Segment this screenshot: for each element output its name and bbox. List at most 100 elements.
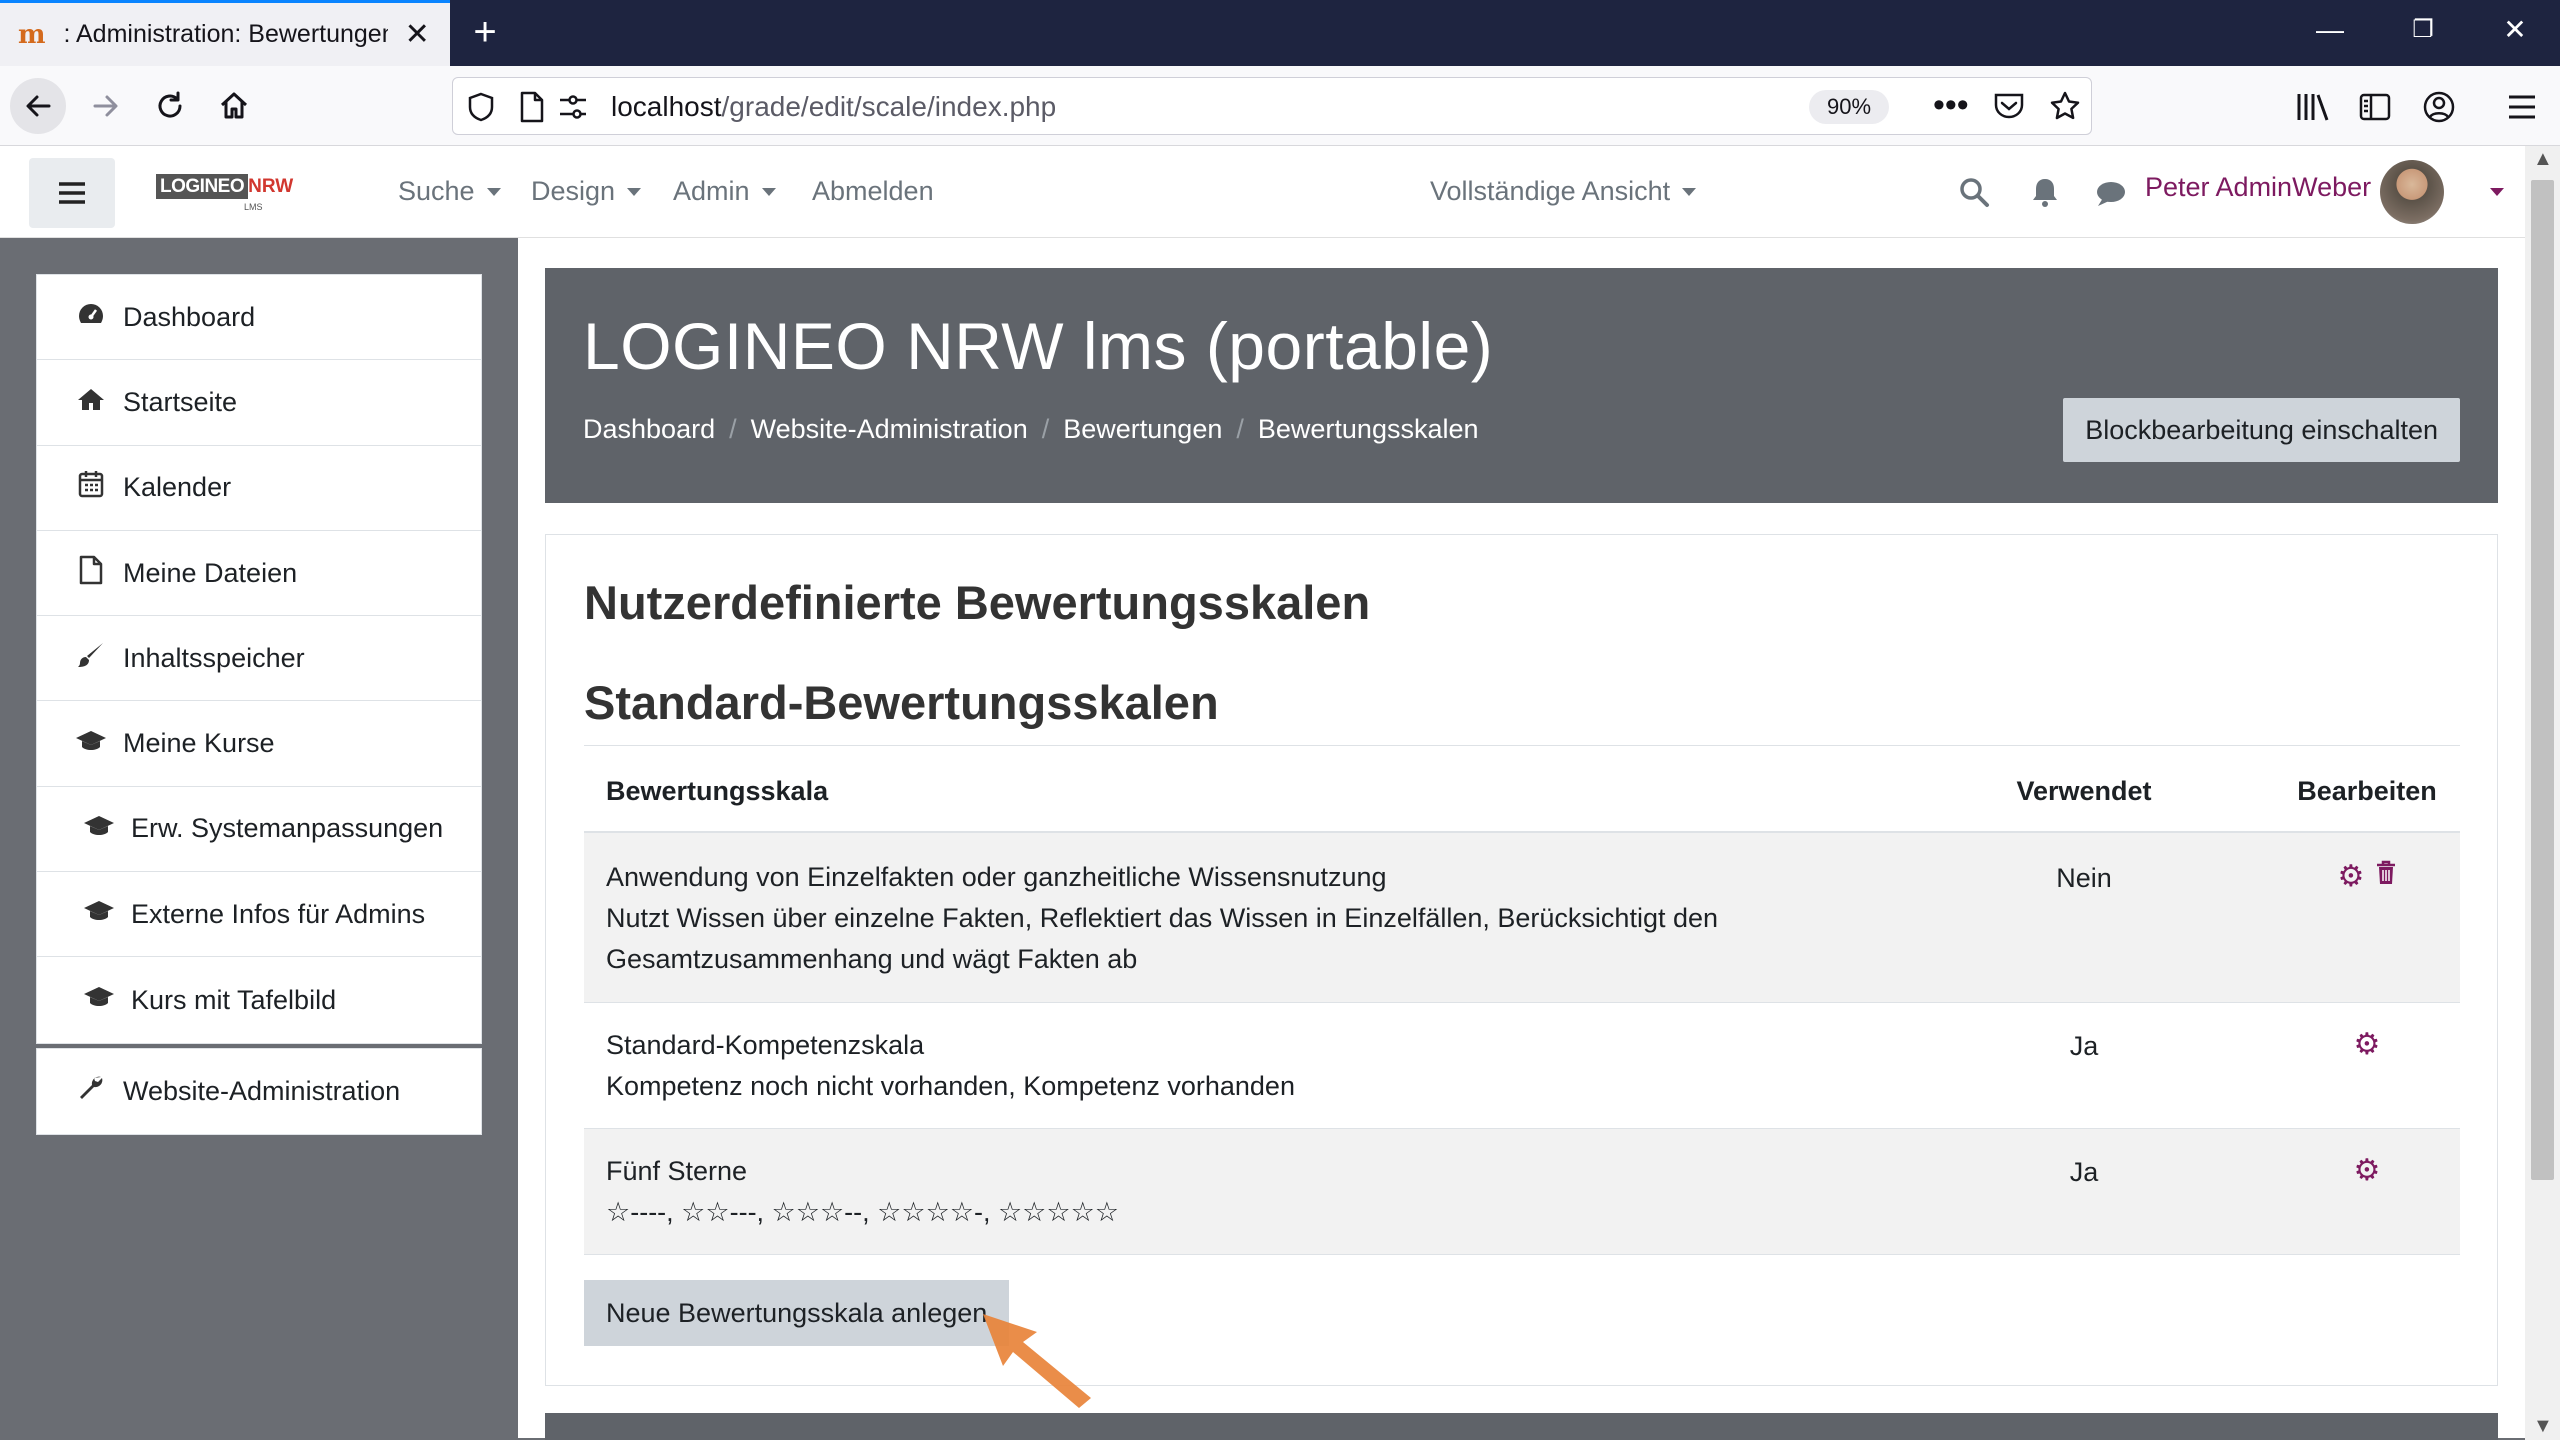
- nav-abmelden-label: Abmelden: [812, 176, 934, 206]
- messages-icon[interactable]: [2094, 180, 2126, 208]
- bookmark-star-icon[interactable]: [2049, 90, 2081, 122]
- sidebar-item-label: Meine Kurse: [123, 728, 275, 759]
- back-button[interactable]: [10, 78, 66, 134]
- scroll-up-icon[interactable]: ▲: [2533, 148, 2553, 171]
- library-icon[interactable]: [2296, 91, 2330, 123]
- minimize-icon[interactable]: —: [2285, 0, 2375, 66]
- scale-cell: Fünf Sterne ☆----, ☆☆---, ☆☆☆--, ☆☆☆☆-, …: [606, 1151, 1119, 1233]
- column-header-used: Verwendet: [2016, 776, 2152, 806]
- window-close-icon[interactable]: ✕: [2470, 0, 2560, 66]
- nav-design-label: Design: [531, 176, 616, 206]
- scales-table: Bewertungsskala Verwendet Bearbeiten Anw…: [584, 745, 2460, 1255]
- sidebar-item-meine-dateien[interactable]: Meine Dateien: [37, 531, 481, 617]
- scale-name: Standard-Kompetenzskala: [606, 1030, 925, 1060]
- sidebar-item-label: Dashboard: [123, 301, 256, 332]
- view-mode-label: Vollständige Ansicht: [1430, 176, 1671, 206]
- scale-items: Nutzt Wissen über einzelne Fakten, Refle…: [606, 903, 1719, 933]
- logo-accent: NRW: [248, 176, 294, 197]
- url-host: localhost: [611, 91, 722, 122]
- used-value: Ja: [2069, 1157, 2099, 1187]
- page-header: LOGINEO NRW lms (portable) Dashboard / W…: [545, 268, 2498, 503]
- logo-main: LOGINEO: [156, 174, 249, 199]
- user-menu-caret-icon[interactable]: [2490, 188, 2504, 196]
- nav-drawer: Dashboard Startseite Kalender Meine Date…: [0, 238, 518, 1438]
- breadcrumb-item-dashboard[interactable]: Dashboard: [583, 414, 715, 445]
- breadcrumb-separator: /: [1041, 414, 1050, 444]
- calendar-icon: [73, 470, 109, 505]
- permissions-icon[interactable]: [557, 92, 589, 122]
- sidebar-item-kurs-mit-tafelbild[interactable]: Kurs mit Tafelbild: [37, 957, 481, 1042]
- sidebar-item-kalender[interactable]: Kalender: [37, 446, 481, 531]
- breadcrumb: Dashboard / Website-Administration / Bew…: [583, 414, 1479, 445]
- browser-tab-active[interactable]: m : Administration: Bewertungen: Bewertu…: [0, 0, 450, 66]
- scale-name: Anwendung von Einzelfakten oder ganzheit…: [606, 862, 1387, 892]
- more-actions-icon[interactable]: •••: [1933, 86, 1969, 125]
- sidebar-item-erw-systemanpassungen[interactable]: Erw. Systemanpassungen: [37, 787, 481, 873]
- breadcrumb-item-bewertungen[interactable]: Bewertungen: [1063, 414, 1222, 445]
- breadcrumb-separator: /: [729, 414, 737, 444]
- breadcrumb-item-bewertungsskalen[interactable]: Bewertungsskalen: [1258, 414, 1479, 445]
- heading-custom-scales: Nutzerdefinierte Bewertungsskalen: [584, 576, 1371, 629]
- nav-admin[interactable]: Admin: [673, 176, 776, 207]
- trash-icon[interactable]: [2376, 860, 2396, 894]
- gear-icon[interactable]: ⚙: [2354, 1153, 2381, 1188]
- scale-cell: Anwendung von Einzelfakten oder ganzheit…: [606, 857, 1718, 980]
- nav-abmelden[interactable]: Abmelden: [812, 176, 934, 207]
- scale-cell: Standard-Kompetenzskala Kompetenz noch n…: [606, 1025, 1295, 1107]
- forward-button[interactable]: [78, 78, 134, 134]
- sidebar-item-meine-kurse[interactable]: Meine Kurse: [37, 701, 481, 787]
- home-icon: [73, 386, 109, 418]
- view-mode-dropdown[interactable]: Vollständige Ansicht: [1430, 176, 1697, 207]
- used-value: Ja: [2069, 1031, 2099, 1061]
- sidebar-toggle-icon[interactable]: [2358, 91, 2392, 123]
- add-scale-button[interactable]: Neue Bewertungsskala anlegen: [584, 1280, 1010, 1346]
- page-info-icon[interactable]: [519, 91, 545, 123]
- home-button[interactable]: [206, 78, 262, 134]
- sidebar-item-dashboard[interactable]: Dashboard: [37, 275, 481, 361]
- breadcrumb-item-website-administration[interactable]: Website-Administration: [751, 414, 1028, 445]
- page-scrollbar[interactable]: ▲ ▼: [2525, 146, 2560, 1440]
- nav-suche[interactable]: Suche: [398, 176, 501, 207]
- caret-down-icon: [761, 187, 776, 196]
- app-menu-icon[interactable]: [2506, 92, 2538, 122]
- gear-icon[interactable]: ⚙: [2338, 859, 2365, 894]
- scrollbar-thumb[interactable]: [2531, 180, 2554, 1180]
- forward-arrow-icon: [93, 95, 118, 117]
- user-name[interactable]: Peter AdminWeber: [2145, 172, 2371, 203]
- shield-icon[interactable]: [467, 92, 495, 122]
- site-logo[interactable]: LOGINEO NRW LMS: [156, 174, 293, 212]
- column-header-scale: Bewertungsskala: [606, 776, 829, 806]
- pocket-icon[interactable]: [1993, 91, 2025, 121]
- sidebar-item-inhaltsspeicher[interactable]: Inhaltsspeicher: [37, 616, 481, 702]
- footer-strip: [545, 1413, 2498, 1440]
- sidebar-item-externe-infos[interactable]: Externe Infos für Admins: [37, 872, 481, 958]
- caret-down-icon: [486, 187, 501, 196]
- new-tab-button[interactable]: +: [460, 8, 510, 58]
- actions-cell: ⚙: [2274, 859, 2460, 894]
- drawer-toggle-button[interactable]: [29, 158, 115, 228]
- scale-items: Gesamtzusammenhang und wägt Fakten ab: [606, 944, 1138, 974]
- user-avatar[interactable]: [2380, 160, 2444, 224]
- search-icon[interactable]: [1958, 176, 1990, 208]
- moodle-favicon-icon: m: [18, 19, 46, 50]
- block-edit-button[interactable]: Blockbearbeitung einschalten: [2063, 398, 2460, 462]
- actions-cell: ⚙: [2274, 1027, 2460, 1062]
- nav-design[interactable]: Design: [531, 176, 642, 207]
- reload-button[interactable]: [142, 78, 198, 134]
- bell-icon[interactable]: [2030, 176, 2060, 208]
- scale-items: ☆----, ☆☆---, ☆☆☆--, ☆☆☆☆-, ☆☆☆☆☆: [606, 1197, 1119, 1227]
- restore-icon[interactable]: ❐: [2378, 0, 2468, 66]
- nav-admin-label: Admin: [673, 176, 750, 206]
- nav-suche-label: Suche: [398, 176, 475, 206]
- sidebar-item-website-administration[interactable]: Website-Administration: [37, 1049, 481, 1134]
- sidebar-item-startseite[interactable]: Startseite: [37, 360, 481, 446]
- tab-close-icon[interactable]: ✕: [402, 17, 432, 52]
- zoom-level-badge[interactable]: 90%: [1809, 90, 1889, 124]
- url-path: /grade/edit/scale/index.php: [721, 91, 1057, 122]
- brush-icon: [73, 641, 109, 676]
- address-bar[interactable]: localhost/grade/edit/scale/index.php 90%…: [452, 77, 2092, 135]
- account-icon[interactable]: [2422, 90, 2456, 124]
- gear-icon[interactable]: ⚙: [2354, 1027, 2381, 1062]
- scroll-down-icon[interactable]: ▼: [2533, 1415, 2553, 1438]
- sidebar-item-label: Kalender: [123, 472, 232, 503]
